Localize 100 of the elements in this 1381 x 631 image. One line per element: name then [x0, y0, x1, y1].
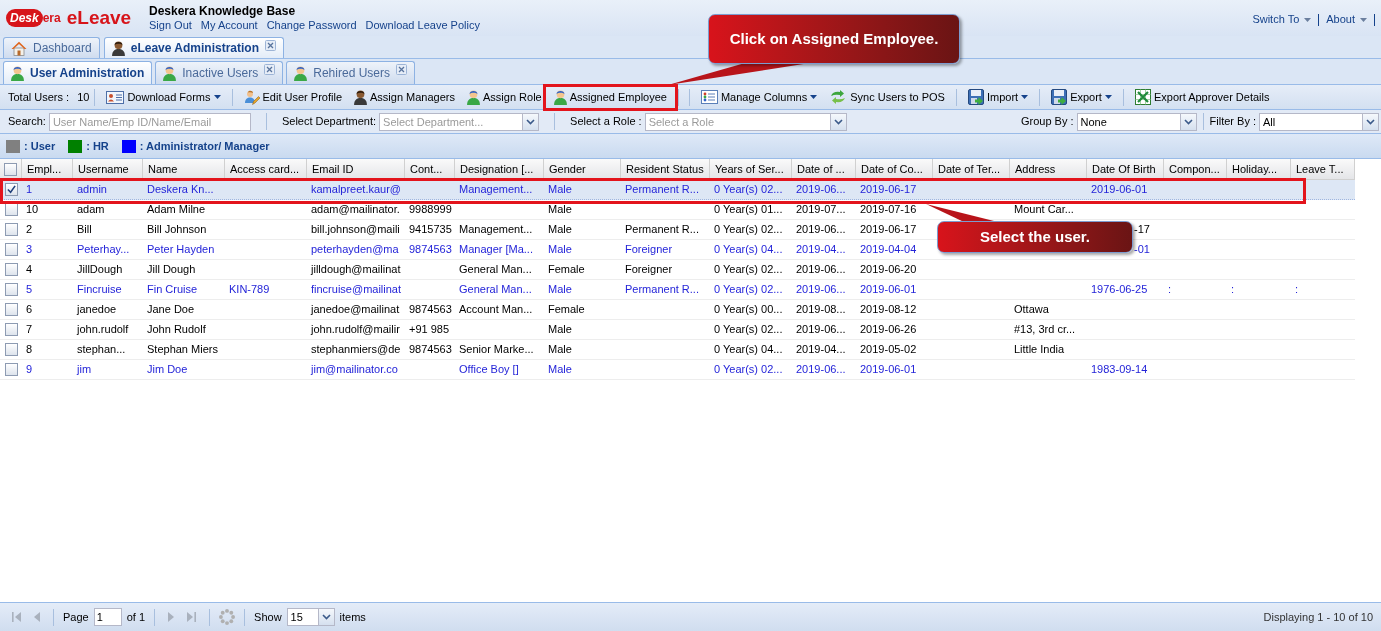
dotted-ring-icon[interactable] — [219, 609, 236, 625]
column-header[interactable]: Cont... — [405, 159, 455, 179]
column-header[interactable]: Gender — [544, 159, 621, 179]
person-icon — [163, 65, 177, 81]
person-icon — [467, 89, 480, 105]
toolbar-button[interactable]: Download Forms — [102, 86, 225, 108]
toolbar-button[interactable]: Export — [1047, 86, 1116, 108]
column-header[interactable]: Designation [... — [455, 159, 544, 179]
toolbar-button[interactable]: Assign Role — [463, 86, 546, 108]
checkbox[interactable] — [4, 243, 18, 256]
column-header[interactable]: Email ID — [307, 159, 405, 179]
checkbox[interactable] — [4, 223, 18, 236]
search-field[interactable]: User Name/Emp ID/Name/Email — [48, 112, 251, 131]
column-header[interactable]: Date of Ter... — [933, 159, 1010, 179]
toolbar-button[interactable]: Manage Columns — [696, 86, 822, 108]
table-cell-text: Male — [547, 362, 573, 377]
dropdown-field[interactable]: Select a Role — [644, 112, 830, 131]
chevron-down-icon — [1183, 118, 1193, 125]
column-header[interactable]: Date of ... — [792, 159, 856, 179]
table-row[interactable]: 6 janedoe Jane Doe janedoe@mailinat 9874563 Account Man... Female 0 Year(s) 00... 2019-08... 2019-08-12 Ottawa — [0, 300, 1355, 320]
column-header[interactable]: Holiday... — [1227, 159, 1291, 179]
table-cell-text: 2019-04-04 — [859, 242, 918, 257]
table-cell-text: Little India — [1013, 342, 1066, 357]
toolbar-button[interactable]: Export Approver Details — [1130, 86, 1274, 108]
dropdown-field[interactable]: All — [1259, 112, 1362, 131]
dropdown-button[interactable] — [522, 112, 540, 131]
table-row[interactable]: 9 jim Jim Doe jim@mailinator.co Office Boy [] Male 0 Year(s) 02... 2019-06... 2019-06-01 1983-09-14 — [0, 360, 1355, 380]
checkbox[interactable] — [4, 283, 18, 296]
column-header[interactable]: Date Of Birth — [1087, 159, 1164, 179]
table-row[interactable]: 8 stephan... Stephan Miers stephanmiers@de 9874563 Senior Marke... Male 0 Year(s) 04... 2019-04... 2019-05-02 Little India — [0, 340, 1355, 360]
paging-summary: Displaying 1 - 10 of 10 — [1263, 609, 1373, 625]
column-header[interactable]: Empl... — [22, 159, 73, 179]
page-size-field[interactable]: 15 — [286, 608, 318, 626]
column-header[interactable]: Date of Co... — [856, 159, 933, 179]
table-cell-text: 2019-08... — [795, 302, 847, 317]
close-icon[interactable] — [265, 40, 276, 51]
header-link[interactable]: My Account — [200, 18, 258, 32]
close-icon[interactable] — [264, 64, 276, 75]
dropdown-button[interactable] — [1179, 112, 1197, 131]
table-cell-text: 2019-06-17 — [859, 182, 918, 197]
checkbox[interactable] — [4, 263, 18, 276]
table-row[interactable]: 7 john.rudolf John Rudolf john.rudolf@mailir +91 985 Male 0 Year(s) 02... 2019-06... 2019-06-26 #13, 3rd cr... — [0, 320, 1355, 340]
toolbar-button[interactable]: Assigned Employee — [549, 86, 671, 108]
table-cell-text: adam@mailinator. — [310, 202, 401, 217]
table-cell-text: Male — [547, 322, 573, 337]
checkbox[interactable] — [4, 162, 17, 176]
table-cell-text: 0 Year(s) 04... — [713, 242, 784, 257]
table-cell-text: Jane Doe — [146, 302, 196, 317]
checkbox[interactable] — [4, 323, 18, 336]
column-header[interactable]: Address — [1010, 159, 1087, 179]
toolbar-button[interactable]: Edit User Profile — [239, 86, 346, 108]
total-users-count: 10 — [77, 89, 90, 105]
header-link[interactable]: Sign Out — [149, 18, 192, 32]
column-header[interactable]: Access card... — [225, 159, 307, 179]
table-row[interactable]: 1 admin Deskera Kn... kamalpreet.kaur@ Management... Male Permanent R... 0 Year(s) 02... 2019-06... 2019-06-17 2019-06-01 — [0, 180, 1355, 200]
header-link[interactable]: Download Leave Policy — [365, 18, 480, 32]
user-pencil-icon — [243, 89, 260, 105]
menu-button[interactable]: Switch To — [1245, 11, 1319, 28]
checkbox[interactable] — [4, 183, 18, 196]
page-number-field[interactable]: 1 — [93, 608, 122, 626]
legend-label: : User — [24, 138, 56, 154]
table-cell-text: 2019-07... — [795, 202, 847, 217]
table-row[interactable]: 4 JillDough Jill Dough jilldough@mailinat General Man... Female Foreigner 0 Year(s) 02... 2019-06... 2019-06-20 — [0, 260, 1355, 280]
tab[interactable]: User Administration — [3, 61, 153, 84]
column-header[interactable]: Leave T... — [1291, 159, 1355, 179]
dropdown-field[interactable]: None — [1076, 112, 1180, 131]
header-link[interactable]: Change Password — [266, 18, 357, 32]
table-cell-text: Stephan Miers — [146, 342, 219, 357]
site-title: Deskera Knowledge Base — [149, 4, 297, 18]
chevron-down-icon — [321, 614, 331, 620]
column-header[interactable]: Username — [73, 159, 143, 179]
form-card-icon — [106, 90, 125, 104]
table-cell-text: 0 Year(s) 02... — [713, 222, 784, 237]
table-cell-text: Mount Car... — [1013, 202, 1075, 217]
checkbox[interactable] — [4, 343, 18, 356]
chevron-down-icon — [833, 118, 843, 125]
table-cell-text: 6 — [25, 302, 34, 317]
table-cell-text: stephanmiers@de — [310, 342, 402, 357]
tab[interactable]: eLeave Administration — [103, 37, 284, 58]
checkbox[interactable] — [4, 363, 18, 376]
tab[interactable]: Dashboard — [3, 37, 100, 58]
column-header[interactable]: Name — [143, 159, 225, 179]
column-header[interactable]: Resident Status — [621, 159, 710, 179]
dropdown-button[interactable] — [1362, 112, 1379, 131]
toolbar-button[interactable]: Assign Managers — [350, 86, 459, 108]
toolbar-button[interactable]: Sync Users to POS — [825, 86, 949, 108]
dropdown-field[interactable]: Select Department... — [379, 112, 523, 131]
column-header[interactable]: Compon... — [1164, 159, 1227, 179]
table-row[interactable]: 5 Fincruise Fin Cruise KIN-789 fincruise@mailinat General Man... Male Permanent R... 0 Year(s) 02... 2019-06... 2019-06-01 1976-06-25 : : : — [0, 280, 1355, 300]
table-cell-text: 2019-06-01 — [859, 282, 918, 297]
close-icon[interactable] — [396, 64, 407, 75]
column-header[interactable]: Years of Ser... — [710, 159, 792, 179]
checkbox[interactable] — [4, 303, 18, 316]
tab[interactable]: Inactive Users — [155, 61, 284, 84]
tab[interactable]: Rehired Users — [286, 61, 415, 84]
menu-button[interactable]: About — [1319, 11, 1374, 28]
table-cell-text: 2019-07-16 — [859, 202, 918, 217]
toolbar-button[interactable]: Import — [963, 86, 1033, 108]
table-cell-text: Senior Marke... — [458, 342, 535, 357]
dropdown-button[interactable] — [829, 112, 847, 131]
